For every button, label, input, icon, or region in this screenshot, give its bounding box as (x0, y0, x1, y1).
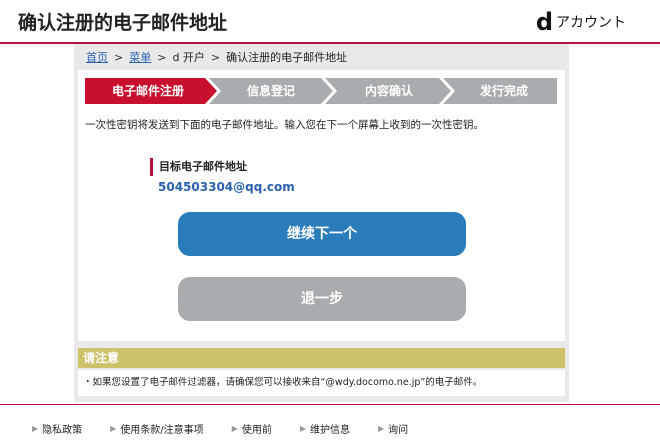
step-content-confirmation: 内容确认 (364, 84, 413, 98)
breadcrumb-section: d 开户 (172, 51, 205, 64)
breadcrumb: 首页 > 菜单 > d 开户 > 确认注册的电子邮件地址 (86, 49, 347, 65)
footer-link-inquiry[interactable]: ▶ 询问 (378, 421, 408, 436)
progress-steps: 电子邮件注册 信息登记 内容确认 发行完成 (85, 78, 557, 104)
main-panel: 首页 > 菜单 > d 开户 > 确认注册的电子邮件地址 电子邮件注册 信息登记… (74, 44, 569, 402)
target-email-value: 504503304@qq.com (158, 180, 295, 194)
footer-link-label: 询问 (388, 425, 409, 436)
brand-d-letter: d (535, 8, 553, 36)
footer-links: ▶ 隐私政策 ▶ 使用条款/注意事项 ▶ 使用前 ▶ 维护信息 ▶ 询问 (32, 421, 436, 436)
page-title: 确认注册的电子邮件地址 (18, 12, 228, 34)
footer-link-label: 隐私政策 (42, 425, 83, 436)
footer-link-label: 使用前 (241, 425, 272, 436)
header: 确认注册的电子邮件地址 d アカウント (0, 0, 660, 44)
email-card: 目标电子邮件地址 504503304@qq.com 继续下一个 退一步 (78, 146, 565, 341)
footer-link-terms[interactable]: ▶ 使用条款/注意事项 (110, 421, 204, 436)
step-info-registration: 信息登记 (246, 84, 295, 98)
footer-link-before-use[interactable]: ▶ 使用前 (232, 421, 272, 436)
step-issuance-complete: 发行完成 (479, 84, 528, 98)
d-account-logo: d アカウント (535, 8, 626, 36)
footer-link-maintenance[interactable]: ▶ 维护信息 (300, 421, 350, 436)
notice-title: 请注意 (78, 348, 565, 368)
continue-button[interactable]: 继续下一个 (178, 212, 466, 256)
breadcrumb-separator: > (157, 50, 167, 64)
footer-link-label: 维护信息 (310, 425, 350, 436)
back-button[interactable]: 退一步 (178, 277, 466, 321)
breadcrumb-separator: > (114, 50, 124, 64)
target-email-label: 目标电子邮件地址 (150, 158, 247, 176)
chevron-right-icon: ▶ (231, 424, 238, 433)
instruction-text: 一次性密钥将发送到下面的电子邮件地址。输入您在下一个屏幕上收到的一次性密钥。 (85, 119, 484, 131)
breadcrumb-menu-link[interactable]: 菜单 (129, 49, 151, 65)
footer-link-label: 使用条款/注意事项 (120, 425, 204, 436)
brand-text: アカウント (556, 15, 626, 31)
chevron-right-icon: ▶ (378, 424, 385, 433)
footer-link-privacy[interactable]: ▶ 隐私政策 (32, 421, 82, 436)
chevron-right-icon: ▶ (299, 424, 306, 433)
breadcrumb-current: 确认注册的电子邮件地址 (226, 51, 348, 64)
step-email-registration: 电子邮件注册 (111, 84, 184, 98)
breadcrumb-separator: > (210, 50, 221, 64)
chevron-right-icon: ▶ (32, 424, 39, 433)
chevron-right-icon: ▶ (110, 424, 117, 433)
breadcrumb-home-link[interactable]: 首页 (86, 49, 108, 65)
footer: ▶ 隐私政策 ▶ 使用条款/注意事项 ▶ 使用前 ▶ 维护信息 ▶ 询问 (0, 404, 660, 443)
notice-text: ・如果您设置了电子邮件过滤器，请确保您可以接收来自“@wdy.docomo.ne… (78, 370, 565, 396)
